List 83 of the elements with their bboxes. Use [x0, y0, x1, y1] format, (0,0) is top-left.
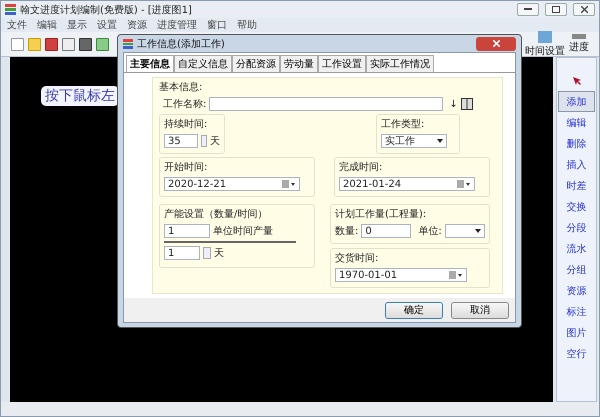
unit-label: 天 [210, 135, 220, 148]
section-label: 基本信息: [159, 80, 204, 94]
tool-button[interactable]: 空行 [558, 343, 595, 364]
tab[interactable]: 劳动量 [280, 55, 318, 72]
close-button[interactable] [573, 3, 595, 16]
new-file-icon[interactable] [11, 38, 24, 50]
save-icon[interactable] [45, 38, 58, 50]
menu-item[interactable]: 设置 [97, 18, 117, 32]
input-field[interactable] [209, 97, 444, 111]
app-logo-icon [5, 4, 16, 15]
tool-button[interactable]: 添加 [558, 91, 595, 112]
tab[interactable]: 自定义信息 [174, 55, 232, 72]
tool-button[interactable]: 资源 [558, 280, 595, 301]
calendar-dropdown-icon [457, 180, 471, 188]
date-field[interactable]: 2020-12-21 [164, 177, 300, 191]
group-title: 交货时间: [335, 252, 380, 265]
tab[interactable]: 主要信息 [126, 55, 174, 72]
tab[interactable]: 分配资源 [232, 55, 280, 72]
tool-button[interactable]: 时差 [558, 175, 595, 196]
app-logo-icon [123, 38, 133, 48]
date-field[interactable]: 1970-01-01 [335, 268, 467, 282]
tool-button[interactable]: 分组 [558, 259, 595, 280]
menu-item[interactable]: 资源 [127, 18, 147, 32]
input-field[interactable]: 1 [164, 224, 210, 238]
input-field[interactable]: 1 [164, 246, 200, 260]
tab[interactable]: 工作设置 [318, 55, 366, 72]
close-icon [492, 40, 500, 47]
group-title: 持续时间: [164, 118, 208, 131]
group-title: 开始时间: [164, 160, 208, 174]
minimize-icon [524, 8, 532, 11]
calendar-dropdown-icon [449, 271, 463, 279]
input-field[interactable]: 35 [164, 134, 198, 148]
group-title: 计划工作量(工程量): [335, 208, 428, 221]
export-icon[interactable] [96, 38, 109, 50]
tool-button[interactable]: 插入 [558, 154, 595, 175]
dropdown[interactable] [444, 224, 485, 238]
menu-item[interactable]: 帮助 [237, 18, 257, 32]
input-field[interactable]: 0 [361, 224, 412, 238]
caret-icon [474, 229, 481, 233]
toolbar-button[interactable]: 进度 [569, 34, 589, 54]
menu-item[interactable]: 进度管理 [157, 18, 197, 32]
print-icon[interactable] [79, 38, 92, 50]
group-title: 工作类型: [381, 118, 426, 131]
bar-icon [572, 34, 586, 39]
calendar-icon [538, 30, 552, 42]
window-title: 翰文进度计划编制(免费版) - [进度图1] [20, 4, 192, 16]
tool-button[interactable]: 交换 [558, 196, 595, 217]
arrow-label: ↓ [449, 98, 458, 110]
hint-tooltip: 按下鼠标左 [41, 86, 119, 106]
field-label: 数量: [335, 225, 358, 238]
field-label: 单位: [418, 224, 442, 238]
field-label: 单位时间产量 [213, 224, 273, 238]
toolbar-button[interactable]: 时间设置 [525, 30, 565, 58]
preview-icon[interactable] [62, 38, 75, 50]
date-field[interactable]: 2021-01-24 [339, 177, 475, 191]
minimize-button[interactable] [517, 3, 539, 16]
dropdown[interactable]: 实工作 [381, 134, 447, 148]
close-button[interactable] [476, 36, 516, 50]
unit-label: 天 [214, 247, 224, 260]
group-title: 完成时间: [339, 160, 384, 174]
group-title: 产能设置（数量/时间） [164, 208, 268, 221]
tab[interactable]: 实际工作情况 [366, 55, 434, 72]
maximize-button[interactable] [545, 3, 567, 16]
tool-button[interactable]: 流水 [558, 238, 595, 259]
menu-item[interactable]: 文件 [7, 18, 27, 32]
tool-button[interactable]: 编辑 [558, 112, 595, 133]
dialog-title: 工作信息(添加工作) [137, 38, 225, 50]
cancel-button[interactable]: 取消 [451, 302, 509, 318]
field-label: 工作名称: [163, 98, 206, 111]
tool-button[interactable]: 删除 [558, 133, 595, 154]
tool-button[interactable]: 图片 [558, 322, 595, 343]
ok-button[interactable]: 确定 [385, 302, 443, 318]
tool-button[interactable]: 标注 [558, 301, 595, 322]
caret-icon [437, 139, 443, 143]
close-icon [580, 6, 588, 13]
calendar-dropdown-icon [282, 180, 296, 188]
maximize-icon [552, 6, 560, 13]
cursor-arrow-icon [572, 76, 582, 86]
menu-item[interactable]: 编辑 [37, 18, 57, 32]
menu-item[interactable]: 显示 [67, 18, 87, 32]
tool-button[interactable]: 分段 [558, 217, 595, 238]
book-icon[interactable] [460, 98, 473, 110]
menu-item[interactable]: 窗口 [207, 18, 227, 32]
